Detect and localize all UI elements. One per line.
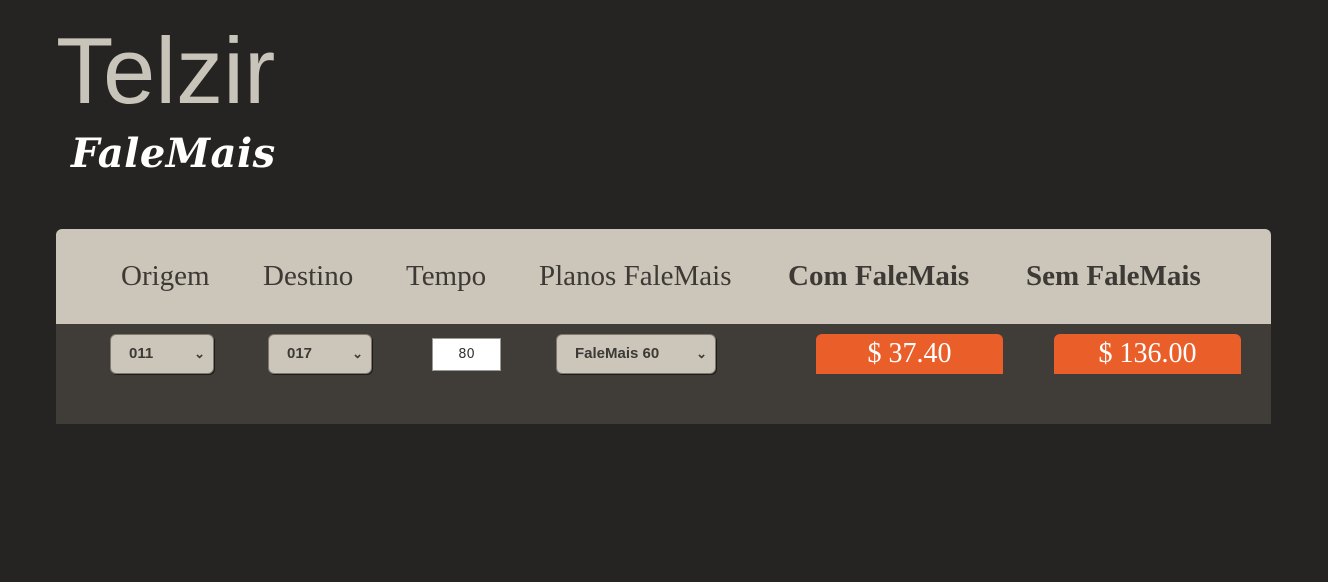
chevron-down-icon: ⌄ (696, 346, 707, 361)
header-tempo: Tempo (406, 260, 487, 292)
chevron-down-icon: ⌄ (194, 346, 205, 361)
destino-select-value: 017 (287, 345, 313, 362)
header-planos: Planos FaleMais (539, 260, 732, 292)
header-origem: Origem (121, 260, 210, 292)
app-title: Telzir (56, 18, 276, 123)
com-falemais-price: $ 37.40 (816, 334, 1003, 374)
header-sem-falemais: Sem FaleMais (1026, 260, 1201, 292)
origem-select[interactable]: 011 ⌄ (110, 334, 214, 374)
chevron-down-icon: ⌄ (352, 346, 363, 361)
header-com-falemais: Com FaleMais (788, 260, 970, 292)
table-header: Origem Destino Tempo Planos FaleMais Com… (56, 229, 1271, 324)
app-subtitle: FaleMais (71, 130, 276, 177)
destino-select[interactable]: 017 ⌄ (268, 334, 372, 374)
sem-falemais-price: $ 136.00 (1054, 334, 1241, 374)
tempo-input[interactable]: 80 (432, 338, 501, 371)
origem-select-value: 011 (129, 345, 154, 362)
plano-select[interactable]: FaleMais 60 ⌄ (556, 334, 716, 374)
plano-select-value: FaleMais 60 (575, 345, 660, 362)
calculator-panel: Origem Destino Tempo Planos FaleMais Com… (56, 229, 1271, 424)
header-destino: Destino (263, 260, 354, 292)
